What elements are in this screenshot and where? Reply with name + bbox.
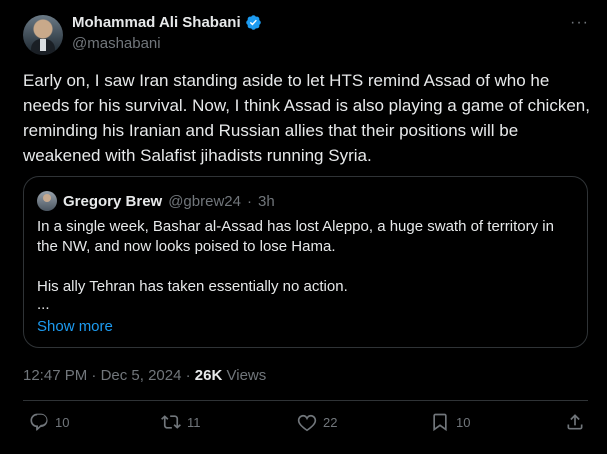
quote-header: Gregory Brew @gbrew24 · 3h bbox=[37, 191, 275, 211]
repost-count: 11 bbox=[187, 414, 201, 430]
share-button[interactable] bbox=[565, 412, 585, 432]
post-text: Early on, I saw Iran standing aside to l… bbox=[23, 71, 590, 165]
like-button[interactable]: 22 bbox=[297, 412, 337, 432]
quote-ellipsis: ... bbox=[37, 296, 50, 313]
author-name-row: Mohammad Ali Shabani bbox=[72, 14, 262, 31]
reply-icon bbox=[30, 413, 48, 431]
like-count: 22 bbox=[323, 414, 338, 430]
meta-separator: · bbox=[185, 367, 191, 384]
quote-author-handle[interactable]: @gbrew24 bbox=[168, 193, 241, 210]
repost-button[interactable]: 11 bbox=[161, 412, 201, 432]
share-icon bbox=[567, 414, 583, 430]
repost-icon bbox=[161, 415, 181, 429]
verified-badge-icon bbox=[245, 15, 261, 30]
meta-separator: · bbox=[91, 367, 97, 384]
action-bar: 10 11 22 10 bbox=[0, 412, 607, 442]
more-icon[interactable]: ··· bbox=[570, 14, 589, 32]
timestamp: 12:47 PM · Dec 5, 2024 · 26K Views bbox=[23, 367, 266, 384]
bookmark-count: 10 bbox=[456, 414, 471, 430]
author-name[interactable]: Mohammad Ali Shabani bbox=[72, 14, 241, 31]
quote-body: In a single week, Bashar al-Assad has lo… bbox=[37, 217, 577, 313]
views-label: Views bbox=[226, 367, 267, 384]
avatar-shirt bbox=[40, 39, 46, 51]
author-handle[interactable]: @mashabani bbox=[72, 35, 161, 52]
quote-paragraph: His ally Tehran has taken essentially no… bbox=[37, 278, 348, 295]
post-time[interactable]: 12:47 PM bbox=[23, 367, 87, 384]
divider bbox=[23, 400, 588, 401]
tweet: Mohammad Ali Shabani @mashabani ··· Earl… bbox=[0, 0, 607, 454]
bookmark-icon bbox=[433, 413, 447, 432]
reply-count: 10 bbox=[55, 414, 70, 430]
quote-separator: · bbox=[246, 192, 252, 210]
quote-avatar[interactable] bbox=[37, 191, 57, 211]
like-icon bbox=[297, 414, 317, 432]
reply-button[interactable]: 10 bbox=[29, 412, 69, 432]
avatar[interactable] bbox=[23, 15, 63, 55]
quote-author-name[interactable]: Gregory Brew bbox=[63, 193, 162, 210]
quoted-tweet[interactable]: Gregory Brew @gbrew24 · 3h In a single w… bbox=[23, 176, 588, 348]
show-more-link[interactable]: Show more bbox=[37, 318, 113, 335]
quote-paragraph: In a single week, Bashar al-Assad has lo… bbox=[37, 218, 554, 255]
quote-time[interactable]: 3h bbox=[258, 193, 275, 210]
bookmark-button[interactable]: 10 bbox=[430, 412, 470, 432]
views-count: 26K bbox=[194, 367, 223, 384]
post-date[interactable]: Dec 5, 2024 bbox=[101, 367, 182, 384]
